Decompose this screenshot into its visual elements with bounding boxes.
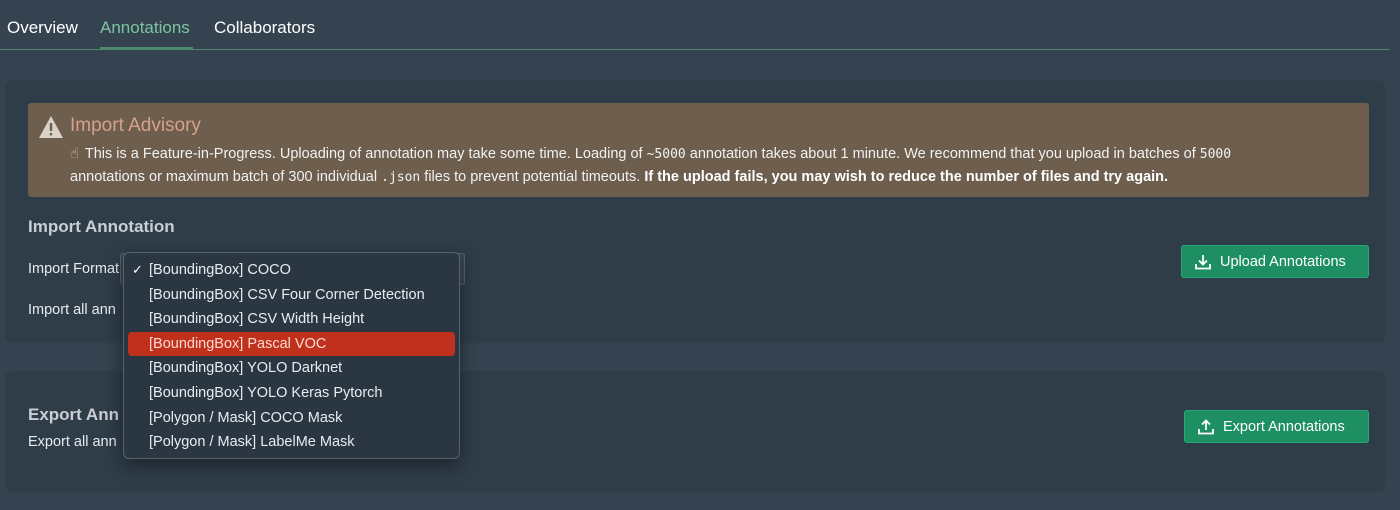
export-annotations-button[interactable]: Export Annotations (1184, 410, 1369, 443)
import-format-label: Import Format (28, 261, 120, 277)
advisory-code: ~5000 (646, 147, 686, 162)
tab-collaborators[interactable]: Collaborators (214, 18, 315, 38)
option-label: [BoundingBox] CSV Four Corner Detection (149, 286, 425, 303)
format-option-labelme-mask[interactable]: [Polygon / Mask] LabelMe Mask (124, 430, 459, 455)
advisory-text: ☝ This is a Feature-in-Progress. Uploadin… (70, 143, 1360, 189)
tab-bar: Overview Annotations Collaborators (0, 0, 1390, 50)
format-option-coco[interactable]: ✓ [BoundingBox] COCO (124, 258, 459, 283)
export-all-label: Export all ann (28, 434, 117, 450)
advisory-text-part: files to prevent potential timeouts. (420, 169, 645, 185)
format-option-yolo-darknet[interactable]: [BoundingBox] YOLO Darknet (124, 356, 459, 381)
option-label: [Polygon / Mask] LabelMe Mask (149, 434, 355, 451)
tab-overview[interactable]: Overview (7, 18, 78, 38)
import-advisory: Import Advisory ☝ This is a Feature-in-Pr… (28, 103, 1369, 197)
export-button-label: Export Annotations (1223, 418, 1345, 435)
option-label: [BoundingBox] YOLO Darknet (149, 360, 343, 377)
import-all-label: Import all ann (28, 302, 116, 318)
upload-icon (1198, 418, 1214, 434)
upload-button-label: Upload Annotations (1220, 253, 1346, 270)
upload-annotations-button[interactable]: Upload Annotations (1181, 245, 1369, 278)
format-option-pascal-voc[interactable]: [BoundingBox] Pascal VOC (128, 331, 455, 357)
advisory-text-part: This is a Feature-in-Progress. Uploading… (84, 146, 647, 162)
advisory-code: .json (381, 170, 421, 185)
format-option-coco-mask[interactable]: [Polygon / Mask] COCO Mask (124, 406, 459, 431)
pointing-hand-icon: ☝ (70, 146, 79, 162)
option-label: [BoundingBox] Pascal VOC (149, 335, 327, 352)
option-label: [Polygon / Mask] COCO Mask (149, 409, 343, 426)
format-option-csv-width-height[interactable]: [BoundingBox] CSV Width Height (124, 307, 459, 332)
advisory-text-part: annotation takes about 1 minute. We reco… (685, 146, 1200, 162)
option-label: [BoundingBox] YOLO Keras Pytorch (149, 384, 383, 401)
format-option-csv-four-corner[interactable]: [BoundingBox] CSV Four Corner Detection (124, 283, 459, 308)
export-annotation-title: Export Ann (28, 405, 119, 424)
import-annotation-title: Import Annotation (28, 217, 175, 236)
warning-triangle-icon (39, 116, 63, 138)
advisory-title: Import Advisory (70, 115, 201, 136)
option-label: [BoundingBox] COCO (149, 262, 291, 278)
option-label: [BoundingBox] CSV Width Height (149, 311, 365, 328)
advisory-code: 5000 (1199, 147, 1232, 162)
download-icon (1195, 254, 1211, 269)
import-format-dropdown: ✓ [BoundingBox] COCO [BoundingBox] CSV Fo… (123, 252, 460, 459)
active-tab-indicator (100, 47, 193, 50)
advisory-bold-text: If the upload fails, you may wish to red… (644, 169, 1169, 185)
checkmark-icon: ✓ (132, 262, 143, 277)
tab-annotations[interactable]: Annotations (100, 18, 190, 38)
advisory-text-part: annotations or maximum batch of 300 indi… (70, 169, 382, 185)
format-option-yolo-keras-pytorch[interactable]: [BoundingBox] YOLO Keras Pytorch (124, 381, 459, 406)
